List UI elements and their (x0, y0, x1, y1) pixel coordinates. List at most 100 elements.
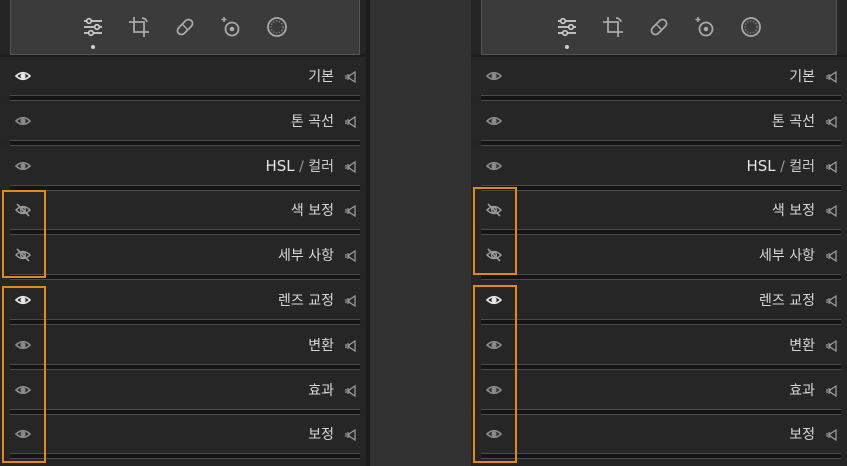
section-header[interactable]: 색 보정 (0, 191, 366, 236)
toolstrip (10, 0, 360, 55)
panel-toggle-icon[interactable] (344, 293, 358, 308)
panel-toggle-icon[interactable] (344, 69, 358, 84)
section-header[interactable]: HSL / 컬러 (471, 146, 847, 192)
panel-toggle-icon[interactable] (344, 203, 358, 218)
section-header[interactable]: 세부 사항 (471, 236, 847, 281)
eye-icon[interactable] (485, 157, 503, 175)
section-header[interactable]: 기본 (471, 57, 847, 102)
section-divider (10, 139, 360, 146)
section-label: 보정 (789, 427, 815, 444)
section-label-color: 컬러 (308, 158, 334, 175)
section-divider (10, 229, 360, 236)
section-label-hsl: HSL (265, 156, 295, 175)
section-divider (10, 363, 360, 370)
section-label: 효과 (789, 382, 815, 399)
section-header[interactable]: 톤 곡선 (0, 101, 366, 147)
panel-toggle-icon[interactable] (825, 338, 839, 352)
section-divider (10, 319, 360, 325)
section-divider (10, 184, 360, 191)
section-divider (10, 408, 360, 415)
highlight-visible-eyes-left (2, 286, 46, 463)
healing-bandage-icon[interactable] (172, 14, 198, 40)
section-label-hsl: HSL (746, 156, 776, 175)
section-header[interactable]: 렌즈 교정 (0, 281, 366, 326)
section-label: 톤 곡선 (771, 113, 815, 130)
section-label: HSL / 컬러 (265, 156, 334, 176)
panel-toggle-icon[interactable] (825, 248, 839, 263)
section-divider (481, 363, 841, 370)
panel-toggle-icon[interactable] (825, 293, 839, 308)
section-header[interactable]: 톤 곡선 (471, 101, 847, 147)
healing-bandage-icon[interactable] (646, 14, 672, 40)
section-label: 변환 (308, 337, 334, 354)
section-label: 색 보정 (290, 203, 334, 220)
panel-toggle-icon[interactable] (825, 427, 839, 442)
section-header[interactable]: 렌즈 교정 (471, 281, 847, 326)
eye-icon[interactable] (485, 112, 503, 130)
section-header[interactable]: 보정 (471, 415, 847, 460)
edit-sliders-icon[interactable] (80, 14, 106, 49)
masking-icon[interactable] (264, 14, 290, 40)
panel-toggle-icon[interactable] (825, 159, 839, 173)
section-label: 세부 사항 (759, 248, 815, 265)
red-eye-icon[interactable] (692, 14, 718, 40)
section-label: 세부 사항 (278, 248, 334, 265)
section-divider (481, 408, 841, 415)
section-header[interactable]: HSL / 컬러 (0, 146, 366, 192)
section-label: 색 보정 (771, 203, 815, 220)
section-label: 변환 (789, 337, 815, 354)
panel-toggle-icon[interactable] (825, 114, 839, 128)
section-divider (481, 139, 841, 146)
masking-icon[interactable] (738, 14, 764, 40)
section-header[interactable]: 보정 (0, 415, 366, 460)
panel-gap (370, 0, 471, 466)
eye-icon[interactable] (14, 112, 32, 130)
section-header[interactable]: 변환 (0, 325, 366, 371)
section-divider (481, 319, 841, 325)
section-header[interactable]: 세부 사항 (0, 236, 366, 281)
section-header[interactable]: 변환 (471, 325, 847, 371)
section-label: 톤 곡선 (290, 113, 334, 130)
section-label: 렌즈 교정 (759, 293, 815, 309)
panel-toggle-icon[interactable] (344, 427, 358, 442)
section-header[interactable]: 효과 (0, 370, 366, 416)
panel-toggle-icon[interactable] (344, 338, 358, 352)
crop-rotate-icon[interactable] (126, 14, 152, 40)
section-label: 렌즈 교정 (278, 293, 334, 309)
section-divider (10, 95, 360, 101)
highlight-hidden-eyes-right (473, 187, 517, 275)
section-label: 기본 (308, 69, 334, 85)
section-header[interactable]: 색 보정 (471, 191, 847, 236)
panel-toggle-icon[interactable] (344, 383, 358, 397)
panel-toggle-icon[interactable] (825, 383, 839, 397)
panel-toggle-icon[interactable] (344, 248, 358, 263)
section-divider (481, 453, 841, 460)
toolstrip (481, 0, 837, 55)
section-header[interactable]: 기본 (0, 57, 366, 102)
section-label: 효과 (308, 382, 334, 399)
panel-toggle-icon[interactable] (825, 203, 839, 218)
section-divider (481, 229, 841, 236)
eye-icon[interactable] (485, 67, 503, 85)
section-label: HSL / 컬러 (746, 156, 815, 176)
panel-toggle-icon[interactable] (344, 159, 358, 173)
section-label-separator: / (299, 158, 304, 175)
panel-toggle-icon[interactable] (825, 69, 839, 84)
eye-icon[interactable] (14, 67, 32, 85)
section-divider (481, 274, 841, 281)
red-eye-icon[interactable] (218, 14, 244, 40)
section-divider (10, 453, 360, 460)
edit-sliders-icon[interactable] (554, 14, 580, 49)
section-label: 기본 (789, 69, 815, 85)
crop-rotate-icon[interactable] (600, 14, 626, 40)
active-tool-indicator (91, 45, 95, 49)
section-label: 보정 (308, 427, 334, 444)
panel-toggle-icon[interactable] (344, 114, 358, 128)
section-divider (481, 95, 841, 101)
section-header[interactable]: 효과 (471, 370, 847, 416)
eye-icon[interactable] (14, 157, 32, 175)
edit-panel-left: 기본톤 곡선 HSL / 컬러색 보정세부 사항렌즈 교정변환효과보정 (0, 0, 366, 466)
active-tool-indicator (565, 45, 569, 49)
highlight-hidden-eyes-left (2, 190, 46, 278)
section-divider (481, 184, 841, 191)
